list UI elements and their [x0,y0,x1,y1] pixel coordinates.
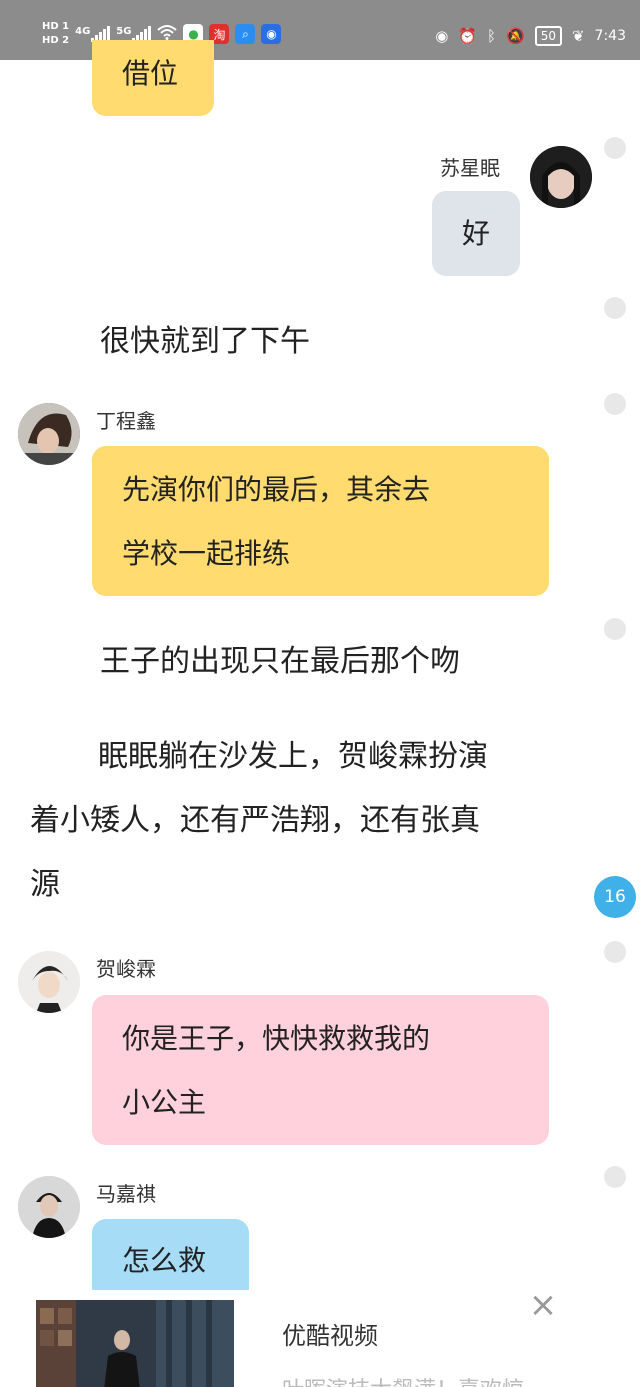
narration-text: 王子的出现只在最后那个吻 [100,644,460,679]
message-dot [604,1166,626,1188]
bulb-app-icon: ◉ [261,24,282,44]
hd1-label: HD 1 [42,21,70,32]
ad-banner[interactable]: 优酷视频 叶晖演技大飙满！喜欢惊 × [0,1290,640,1387]
alarm-icon: ⏰ [458,27,477,45]
leaf-icon: ❦ [571,27,585,45]
avatar[interactable] [530,146,592,208]
unread-count-badge[interactable]: 16 [594,876,636,918]
hd-indicators: HD 1 HD 2 [42,22,69,46]
sender-name: 马嘉祺 [96,1182,156,1206]
message-bubble: 你是王子，快快救救我的 小公主 [92,995,549,1145]
eye-icon: ◉ [435,27,449,45]
ad-description: 叶晖演技大飙满！喜欢惊 [282,1372,524,1387]
narration-text: 很快就到了下午 [100,324,310,359]
sender-name: 丁程鑫 [96,409,156,433]
battery-icon: 50 [534,26,562,46]
search-app-icon: ⌕ [235,24,256,44]
message-bubble: 好 [432,191,520,276]
avatar[interactable] [18,951,80,1013]
close-icon[interactable]: × [526,1290,560,1324]
message-bubble: 先演你们的最后，其余去 学校一起排练 [92,446,549,596]
message-dot [604,941,626,963]
narration-text: 眠眠躺在沙发上，贺峻霖扮演 着小矮人，还有严浩翔，还有张真 源 [30,739,488,902]
hd2-label: HD 2 [42,35,70,46]
ad-title[interactable]: 优酷视频 [282,1316,378,1351]
message-dot [604,297,626,319]
mute-bell-icon: 🔕 [506,27,525,45]
message-dot [604,137,626,159]
message-dot [604,618,626,640]
sender-name: 贺峻霖 [96,957,156,981]
message-dot [604,393,626,415]
avatar[interactable] [18,1176,80,1238]
sender-name: 苏星眠 [440,156,500,180]
clock: 7:43 [594,28,626,44]
status-right: ◉ ⏰ ᛒ 🔕 50 ❦ 7:43 [435,22,626,50]
avatar[interactable] [18,403,80,465]
message-bubble: 借位 [92,40,214,116]
bluetooth-icon: ᛒ [486,27,496,45]
ad-thumbnail[interactable] [36,1300,234,1387]
